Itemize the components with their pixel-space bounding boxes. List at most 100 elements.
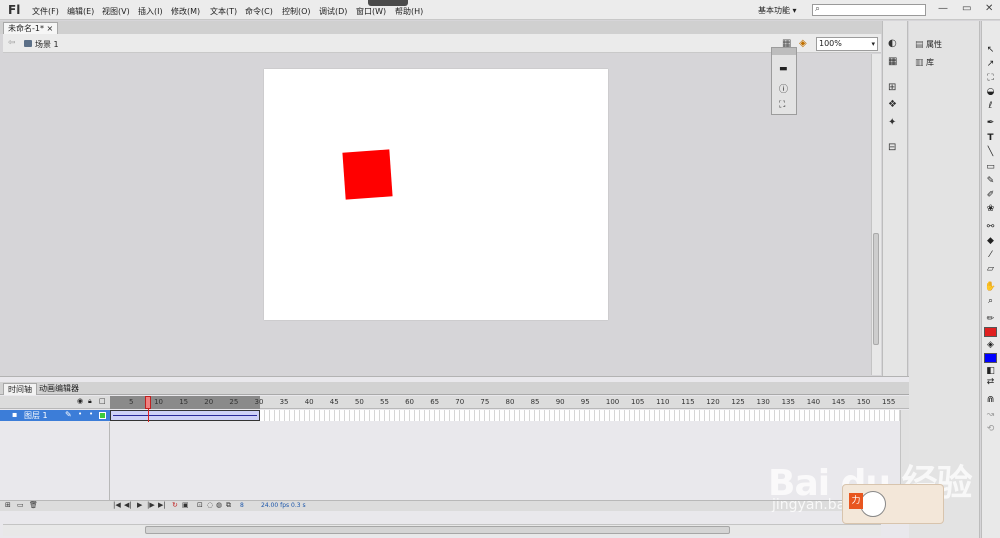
line-tool-icon[interactable]: ╲ (984, 147, 997, 157)
text-tool-icon[interactable]: T (984, 133, 997, 143)
visibility-dot-icon[interactable]: • (78, 410, 82, 418)
info-icon[interactable]: ⓘ (779, 82, 788, 95)
menu-edit[interactable]: 编辑(E) (67, 6, 94, 17)
last-frame-button[interactable]: ▶| (158, 501, 166, 509)
frame-rate[interactable]: 24.00 fps (261, 502, 289, 509)
delete-layer-icon[interactable]: 🗑︎ (29, 501, 38, 509)
onion-skin-icon[interactable]: ◌ (207, 501, 213, 509)
frame-number: 100 (605, 398, 620, 406)
minimize-icon[interactable]: — (938, 3, 948, 14)
close-icon[interactable]: ✕ (985, 3, 993, 14)
layer-outline-color[interactable] (99, 412, 106, 419)
menu-help[interactable]: 帮助(H) (395, 6, 423, 17)
menu-debug[interactable]: 调试(D) (319, 6, 347, 17)
frame-number: 70 (455, 398, 465, 406)
eraser-tool-icon[interactable]: ▱ (984, 264, 997, 274)
menu-commands[interactable]: 命令(C) (245, 6, 273, 17)
properties-label: 属性 (926, 40, 942, 49)
eye-icon[interactable]: ◉ (77, 397, 83, 405)
red-square-shape[interactable] (342, 149, 393, 200)
free-transform-tool-icon[interactable]: ⛶ (984, 73, 997, 83)
workspace-switcher[interactable]: 基本功能 ▾ (758, 5, 797, 16)
frame-number: 90 (555, 398, 565, 406)
first-frame-button[interactable]: |◀ (113, 501, 121, 509)
outline-icon[interactable]: □ (99, 397, 106, 405)
color-panel-icon[interactable]: ◐ (888, 38, 897, 49)
code-snippets-icon[interactable]: ⊟ (888, 142, 896, 153)
lasso-tool-icon[interactable]: ℓ (984, 101, 997, 111)
menu-text[interactable]: 文本(T) (210, 6, 237, 17)
library-label: 库 (926, 58, 934, 67)
properties-tab[interactable]: ▤ 属性 (915, 39, 942, 50)
help-search-input[interactable]: ⌕ (812, 4, 926, 16)
menu-control[interactable]: 控制(O) (282, 6, 311, 17)
brush-tool-icon[interactable]: ✐ (984, 190, 997, 200)
swatches-icon[interactable]: ▦ (888, 56, 897, 67)
loop-icon[interactable]: ↻ (172, 501, 178, 509)
rectangle-tool-icon[interactable]: ▭ (984, 162, 997, 172)
document-tab[interactable]: 未命名-1* × (3, 22, 59, 34)
playhead[interactable] (145, 396, 151, 409)
align-icon[interactable]: ▬ (779, 64, 788, 74)
timeline-scroll-thumb[interactable] (145, 526, 730, 534)
layer-type-icon: ▪ (12, 410, 18, 419)
library-tab[interactable]: ▥ 库 (915, 57, 934, 68)
eyedropper-tool-icon[interactable]: ⁄ (984, 250, 997, 260)
stage-scroll-thumb[interactable] (873, 233, 879, 345)
edit-multiple-frames-icon[interactable]: ⧉ (226, 501, 231, 510)
floating-panel-header[interactable] (772, 48, 796, 55)
subselection-tool-icon[interactable]: ↗ (984, 59, 997, 69)
bone-tool-icon[interactable]: ⚯ (984, 222, 997, 232)
align-panel-icon[interactable]: ⊞ (888, 82, 896, 93)
lock-icon[interactable]: 🔒︎ (88, 397, 92, 406)
deco-tool-icon[interactable]: ❀ (984, 204, 997, 214)
menu-insert[interactable]: 插入(I) (138, 6, 163, 17)
menu-view[interactable]: 视图(V) (102, 6, 130, 17)
menu-window[interactable]: 窗口(W) (356, 6, 386, 17)
pencil-tool-icon[interactable]: ✎ (984, 176, 997, 186)
frame-number: 120 (706, 398, 720, 406)
black-white-icon[interactable]: ◧ (984, 366, 997, 376)
new-folder-icon[interactable]: ▭ (17, 501, 24, 509)
straighten-icon[interactable]: ⟲ (984, 424, 997, 434)
properties-icon: ▤ (915, 40, 924, 50)
back-arrow-icon[interactable]: ⇦ (8, 38, 16, 48)
frame-number: 50 (354, 398, 364, 406)
smooth-icon[interactable]: ↝ (984, 410, 997, 420)
edit-scene-icon[interactable]: ◈ (799, 38, 807, 49)
paint-bucket-tool-icon[interactable]: ◆ (984, 236, 997, 246)
new-layer-icon[interactable]: ⊞ (5, 501, 11, 509)
zoom-select[interactable]: 100% ▾ (816, 37, 878, 51)
scene-label[interactable]: 场景 1 (35, 39, 59, 50)
hand-tool-icon[interactable]: ✋ (984, 282, 997, 292)
tab-timeline[interactable]: 时间轴 (3, 383, 37, 395)
swap-colors-icon[interactable]: ⇄ (984, 377, 997, 387)
fill-color-swatch[interactable] (984, 353, 997, 363)
transform-icon[interactable]: ⛶ (779, 100, 785, 110)
components-icon[interactable]: ❖ (888, 99, 897, 110)
zoom-value: 100% (819, 39, 842, 48)
menu-file[interactable]: 文件(F) (32, 6, 59, 17)
current-frame[interactable]: 8 (240, 502, 244, 509)
stroke-color-swatch[interactable] (984, 327, 997, 337)
play-button[interactable]: ▶ (137, 501, 142, 509)
center-frame-icon[interactable]: ⊡ (197, 501, 203, 509)
layer-name[interactable]: 图层 1 (24, 410, 48, 421)
snap-to-objects-icon[interactable]: ⋒ (984, 395, 997, 405)
camera-icon[interactable]: ▣ (182, 501, 189, 509)
pen-tool-icon[interactable]: ✒ (984, 118, 997, 128)
maximize-icon[interactable]: ▭ (962, 3, 971, 14)
close-tab-icon[interactable]: × (47, 24, 54, 33)
tab-motion-editor[interactable]: 动画编辑器 (35, 383, 83, 395)
onion-outline-icon[interactable]: ◍ (216, 501, 222, 509)
stage[interactable] (264, 69, 608, 320)
motion-presets-icon[interactable]: ✦ (888, 117, 896, 128)
step-back-button[interactable]: ◀| (124, 501, 132, 509)
document-tab-label: 未命名-1* (8, 24, 44, 33)
zoom-tool-icon[interactable]: ⌕ (984, 296, 997, 306)
lock-dot-icon[interactable]: • (89, 410, 93, 418)
step-forward-button[interactable]: |▶ (147, 501, 155, 509)
3d-rotation-tool-icon[interactable]: ◒ (984, 87, 997, 97)
selection-tool-icon[interactable]: ↖ (984, 45, 997, 55)
menu-modify[interactable]: 修改(M) (171, 6, 200, 17)
